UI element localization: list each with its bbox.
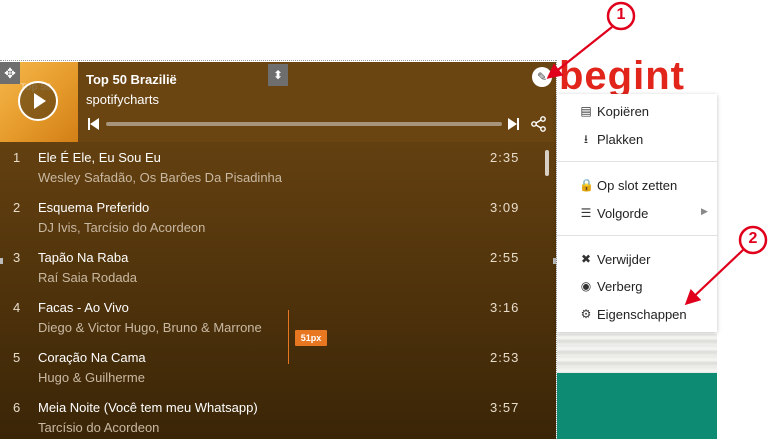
track-row[interactable]: 2 Esquema Preferido DJ Ivis, Tarcísio do…: [0, 192, 540, 242]
copy-icon: ▤: [580, 104, 592, 118]
menu-item-paste[interactable]: ⭳ Plakken: [557, 128, 717, 152]
menu-item-delete[interactable]: ✖ Verwijder: [557, 248, 717, 272]
track-duration: 2:35: [490, 150, 520, 165]
track-artist: Tarcísio do Acordeon: [38, 420, 160, 435]
track-duration: 3:57: [490, 400, 520, 415]
share-icon[interactable]: [530, 115, 548, 133]
play-button[interactable]: [18, 81, 58, 121]
track-number: 2: [13, 200, 21, 215]
menu-item-order[interactable]: ☰ Volgorde ▶: [557, 202, 717, 226]
track-artist: Diego & Victor Hugo, Bruno & Marrone: [38, 320, 262, 335]
track-duration: 2:53: [490, 350, 520, 365]
selection-border-top: [0, 60, 556, 61]
next-track-icon[interactable]: [508, 118, 520, 130]
track-number: 5: [13, 350, 21, 365]
playlist-title: Top 50 Brazilië: [86, 72, 177, 87]
track-row[interactable]: 5 Coração Na Cama Hugo & Guilherme 2:53: [0, 342, 540, 392]
menu-item-label: Eigenschappen: [597, 307, 687, 322]
menu-divider: [557, 161, 717, 162]
track-artist: Raí Saia Rodada: [38, 270, 138, 285]
resize-handle-left[interactable]: [0, 258, 3, 264]
menu-item-properties[interactable]: ⚙ Eigenschappen: [557, 303, 717, 327]
track-row[interactable]: 3 Tapão Na Raba Raí Saia Rodada 2:55: [0, 242, 540, 292]
measure-badge: 51px: [295, 330, 327, 346]
annotation-label-1: 1: [616, 6, 626, 23]
track-number: 6: [13, 400, 21, 415]
paste-icon: ⭳: [583, 132, 589, 146]
track-list-scrollbar[interactable]: [545, 150, 549, 176]
track-row[interactable]: 1 Ele É Ele, Eu Sou Eu Wesley Safadão, O…: [0, 142, 540, 192]
track-name: Coração Na Cama: [38, 350, 146, 365]
track-number: 4: [13, 300, 21, 315]
track-number: 1: [13, 150, 21, 165]
menu-item-label: Plakken: [597, 132, 644, 147]
track-row[interactable]: 4 Facas - Ao Vivo Diego & Victor Hugo, B…: [0, 292, 540, 342]
track-row[interactable]: 6 Meia Noite (Você tem meu Whatsapp) Tar…: [0, 392, 540, 439]
menu-item-label: Verberg: [597, 279, 643, 294]
list-icon: ☰: [580, 206, 592, 220]
track-duration: 3:16: [490, 300, 520, 315]
track-name: Ele É Ele, Eu Sou Eu: [38, 150, 161, 165]
track-artist: Hugo & Guilherme: [38, 370, 145, 385]
menu-item-label: Verwijder: [597, 252, 651, 267]
menu-item-copy[interactable]: ▤ Kopiëren: [557, 100, 717, 124]
track-name: Esquema Preferido: [38, 200, 150, 215]
menu-item-label: Kopiëren: [597, 104, 650, 119]
track-artist: Wesley Safadão, Os Barões Da Pisadinha: [38, 170, 283, 185]
playlist-subtitle: spotifycharts: [86, 92, 159, 107]
delete-icon: ✖: [580, 252, 592, 266]
track-duration: 3:09: [490, 200, 520, 215]
context-menu: ▤ Kopiëren ⭳ Plakken 🔒 Op slot zetten ☰ …: [557, 94, 717, 332]
move-icon[interactable]: ✥: [0, 62, 20, 84]
previous-track-icon[interactable]: [88, 118, 100, 130]
track-name: Tapão Na Raba: [38, 250, 129, 265]
teal-band: [557, 373, 717, 439]
submenu-arrow-icon: ▶: [701, 206, 708, 216]
track-name: Meia Noite (Você tem meu Whatsapp): [38, 400, 258, 415]
menu-item-label: Op slot zetten: [597, 178, 678, 193]
track-duration: 2:55: [490, 250, 520, 265]
eye-icon: ◉: [580, 279, 592, 293]
lock-icon: 🔒: [579, 178, 594, 192]
menu-item-label: Volgorde: [597, 206, 649, 221]
menu-item-hide[interactable]: ◉ Verberg: [557, 275, 717, 299]
edit-pencil-icon[interactable]: ✎: [532, 67, 552, 87]
menu-item-lock[interactable]: 🔒 Op slot zetten: [557, 174, 717, 198]
gear-icon: ⚙: [580, 307, 592, 321]
progress-bar[interactable]: [106, 122, 502, 126]
spotify-player-widget[interactable]: Top 50 ✥ Top 50 Brazilië spotifycharts ⬍…: [0, 62, 556, 439]
track-number: 3: [13, 250, 21, 265]
track-list: 1 Ele É Ele, Eu Sou Eu Wesley Safadão, O…: [0, 142, 556, 439]
measure-guide-line: [288, 310, 289, 364]
track-name: Facas - Ao Vivo: [38, 300, 129, 315]
resize-vertical-icon[interactable]: ⬍: [268, 64, 288, 86]
player-header: Top 50 ✥ Top 50 Brazilië spotifycharts ⬍…: [0, 62, 556, 142]
menu-divider: [557, 235, 717, 236]
annotation-label-2: 2: [748, 230, 758, 247]
wood-texture: [557, 334, 717, 374]
track-artist: DJ Ivis, Tarcísio do Acordeon: [38, 220, 206, 235]
